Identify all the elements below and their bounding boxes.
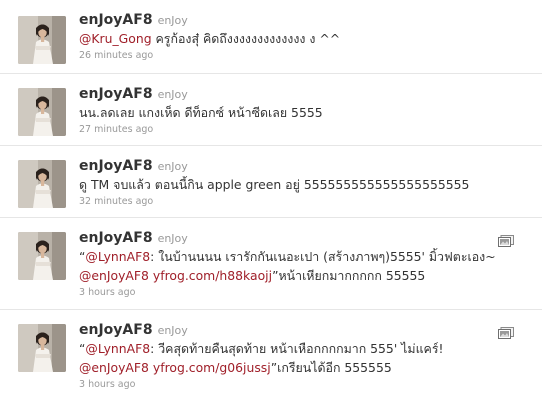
tweet-text-segment: ครูก้องสุ๋ คิดถึงงงงงงงงงงงงง ง ^^ [151,31,341,46]
timestamp[interactable]: 27 minutes ago [79,123,534,137]
tweet-item: enJoyAF8 enJoy “@LynnAF8: วีคสุดท้ายคืนสุ… [0,310,542,402]
full-name: enJoy [157,88,188,101]
timestamp[interactable]: 32 minutes ago [79,195,534,209]
mention-link[interactable]: @LynnAF8 [85,249,150,264]
tweet-timeline: enJoyAF8 enJoy @Kru_Gong ครูก้องสุ๋ คิดถึ… [0,0,542,402]
avatar-image [18,16,66,64]
full-name: enJoy [157,324,188,337]
avatar-image [18,324,66,372]
tweet-text: “@LynnAF8: วีคสุดท้ายคืนสุดท้าย หน้าเหือ… [79,339,534,358]
photo-link[interactable]: yfrog.com/h88kaojj [153,268,272,283]
tweet-item: enJoyAF8 enJoy ดู TM จบแล้ว ตอนนี้กิน app… [0,146,542,218]
tweet-text: @Kru_Gong ครูก้องสุ๋ คิดถึงงงงงงงงงงงงง … [79,29,534,48]
screen-name[interactable]: enJoyAF8 [79,322,153,338]
full-name: enJoy [157,14,188,27]
tweet-text-line2: @enJoyAF8 yfrog.com/h88kaojj”หน้าเหียกมา… [79,266,534,285]
photo-link[interactable]: yfrog.com/g06jussj [153,360,271,375]
avatar[interactable] [18,160,66,208]
mention-link[interactable]: @LynnAF8 [85,341,150,356]
timestamp[interactable]: 3 hours ago [79,286,534,300]
timestamp[interactable]: 3 hours ago [79,378,534,392]
screen-name[interactable]: enJoyAF8 [79,230,153,246]
full-name: enJoy [157,160,188,173]
avatar[interactable] [18,324,66,372]
full-name: enJoy [157,232,188,245]
mention-link[interactable]: @Kru_Gong [79,31,152,46]
screen-name[interactable]: enJoyAF8 [79,158,153,174]
tweet-item: enJoyAF8 enJoy @Kru_Gong ครูก้องสุ๋ คิดถึ… [0,0,542,74]
tweet-text-segment: ”หน้าเหียกมากกกกก 55555 [272,268,426,283]
mention-link[interactable]: @enJoyAF8 [79,360,149,375]
avatar[interactable] [18,88,66,136]
tweet-item: enJoyAF8 enJoy นน.ลดเลย แกงเห็ด ดีท็อกซ์ … [0,74,542,146]
tweet-item: enJoyAF8 enJoy “@LynnAF8: ในบ้านนนน เรารั… [0,218,542,310]
avatar-image [18,232,66,280]
tweet-text: ดู TM จบแล้ว ตอนนี้กิน apple green อยู่ … [79,175,534,194]
tweet-text: นน.ลดเลย แกงเห็ด ดีท็อกซ์ หน้าซีดเลย 555… [79,103,534,122]
avatar[interactable] [18,16,66,64]
tweet-text-line2: @enJoyAF8 yfrog.com/g06jussj”เกรียนได้อี… [79,358,534,377]
tweet-text-segment: ”เกรียนได้อีก 555555 [270,360,392,375]
tweet-text-segment: นน.ลดเลย แกงเห็ด ดีท็อกซ์ หน้าซีดเลย 555… [79,105,323,120]
screen-name[interactable]: enJoyAF8 [79,86,153,102]
avatar-image [18,88,66,136]
mention-link[interactable]: @enJoyAF8 [79,268,149,283]
tweet-text-segment: : วีคสุดท้ายคืนสุดท้าย หน้าเหือกกกกมาก 5… [150,341,444,356]
screen-name[interactable]: enJoyAF8 [79,12,153,28]
tweet-text-segment: ดู TM จบแล้ว ตอนนี้กิน apple green อยู่ … [79,177,470,192]
timestamp[interactable]: 26 minutes ago [79,49,534,63]
tweet-text: “@LynnAF8: ในบ้านนนน เรารักกันเนอะเปา (ส… [79,247,534,266]
avatar-image [18,160,66,208]
avatar[interactable] [18,232,66,280]
tweet-text-segment: : ในบ้านนนน เรารักกันเนอะเปา (สร้างภาพๆ)… [150,249,496,264]
